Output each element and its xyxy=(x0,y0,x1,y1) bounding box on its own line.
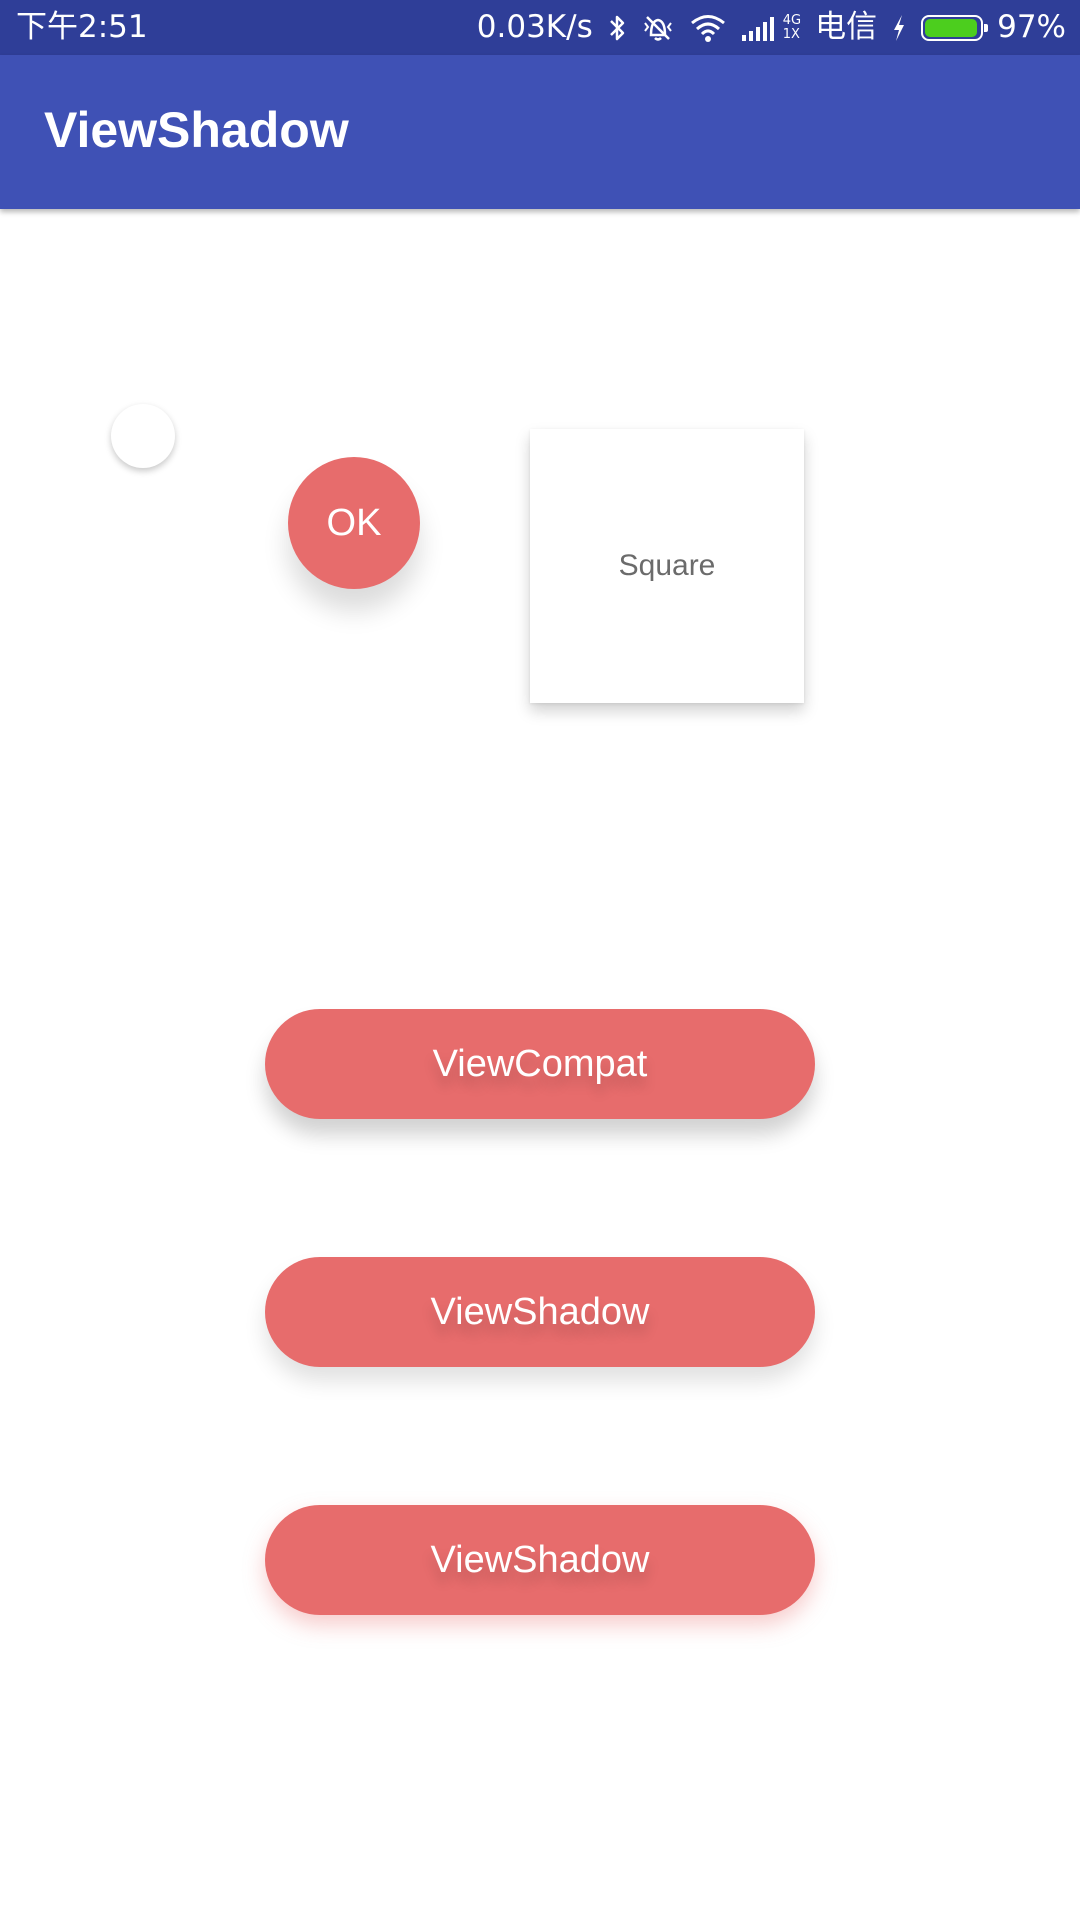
viewcompat-button[interactable]: ViewCompat xyxy=(265,1009,815,1119)
viewshadow-button-2[interactable]: ViewShadow xyxy=(265,1505,815,1615)
charging-icon xyxy=(894,14,905,41)
status-icons: 0.03K/s 4G 1X 电信 97% xyxy=(477,0,1066,55)
square-view[interactable]: Square xyxy=(530,429,804,703)
carrier-name: 电信 xyxy=(815,9,878,45)
bluetooth-icon xyxy=(609,15,624,40)
viewshadow-button-1-label: ViewShadow xyxy=(430,1290,650,1333)
network-type: 4G 1X xyxy=(782,12,802,42)
network-type-top: 4G xyxy=(782,12,802,28)
wifi-icon xyxy=(690,14,725,42)
viewcompat-button-label: ViewCompat xyxy=(432,1042,648,1085)
small-circle-view[interactable] xyxy=(111,404,175,468)
status-time: 下午2:51 xyxy=(16,9,148,45)
ok-button-label: OK xyxy=(326,501,382,544)
screen: 下午2:51 0.03K/s 4G 1X 电信 97% ViewShadow O… xyxy=(0,0,1080,1920)
network-type-bottom: 1X xyxy=(782,26,800,42)
signal-icon xyxy=(741,16,774,41)
square-label: Square xyxy=(618,549,716,582)
ok-button[interactable]: OK xyxy=(288,457,420,589)
battery-fill xyxy=(925,18,978,37)
battery-icon xyxy=(921,14,989,41)
vibrate-off-icon xyxy=(643,15,672,41)
app-bar: ViewShadow xyxy=(0,55,1080,209)
app-title: ViewShadow xyxy=(44,102,349,158)
status-bar: 下午2:51 0.03K/s 4G 1X 电信 97% xyxy=(0,0,1080,55)
viewshadow-button-2-label: ViewShadow xyxy=(430,1538,650,1581)
battery-percent: 97% xyxy=(997,9,1066,45)
viewshadow-button-1[interactable]: ViewShadow xyxy=(265,1257,815,1367)
network-speed: 0.03K/s xyxy=(476,9,593,45)
